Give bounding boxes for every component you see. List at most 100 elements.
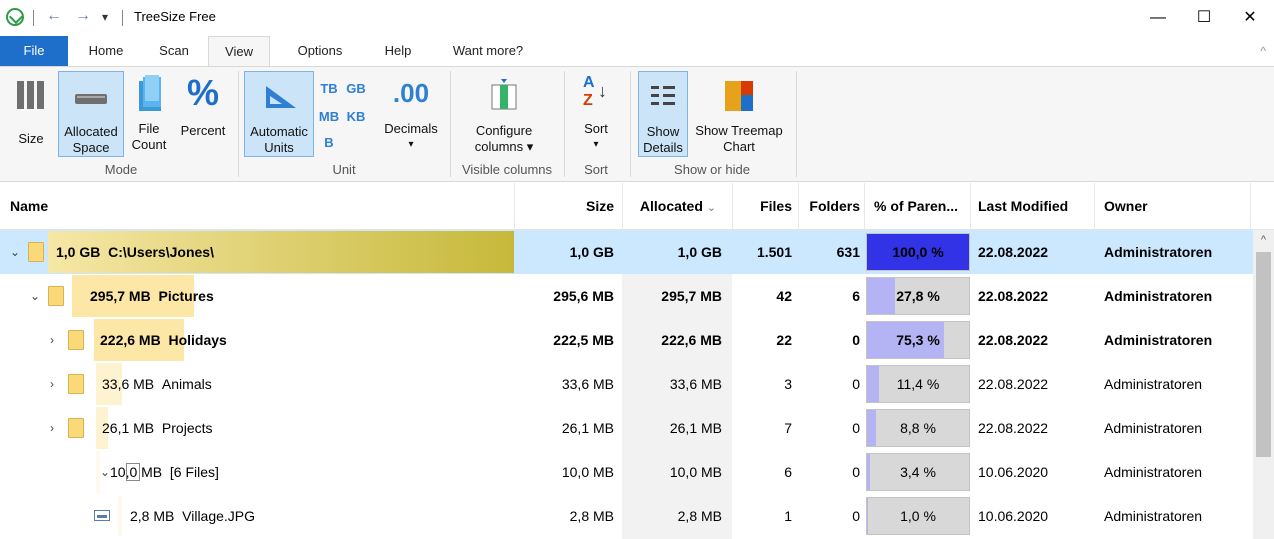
row-label-name: Holidays [168, 332, 227, 348]
expand-chevron-icon[interactable]: › [50, 318, 54, 362]
tab-want-more[interactable]: Want more? [436, 36, 540, 66]
cell-last-modified: 22.08.2022 [978, 288, 1049, 304]
tab-help[interactable]: Help [370, 36, 426, 66]
cell-size: 10,0 MB [561, 464, 614, 480]
column-percent[interactable]: % of Paren... [874, 183, 958, 230]
column-separator[interactable] [864, 183, 865, 230]
show-details-label-1: Show [646, 124, 680, 139]
maximize-button[interactable]: ☐ [1181, 0, 1227, 36]
back-icon[interactable]: ← [46, 7, 62, 25]
app-logo-icon [6, 8, 24, 26]
scroll-thumb[interactable] [1256, 252, 1271, 457]
title-separator [33, 10, 34, 26]
cell-owner: Administratoren [1104, 464, 1203, 480]
column-separator[interactable] [970, 183, 971, 230]
column-owner[interactable]: Owner [1104, 183, 1148, 230]
tab-scan[interactable]: Scan [144, 36, 204, 66]
configure-columns-button[interactable]: Configure columns ▾ [462, 71, 546, 157]
cell-folders: 0 [852, 508, 860, 524]
table-row[interactable]: ⌄ 1,0 GB C:\Users\Jones\ 1,0 GB 1,0 GB 1… [0, 230, 1253, 274]
sort-dropdown-icon: ▾ [593, 139, 599, 150]
row-label-name: Village.JPG [182, 508, 256, 524]
close-button[interactable]: ✕ [1227, 0, 1273, 36]
row-label-size: 222,6 MB [100, 332, 161, 348]
collapse-chevron-icon[interactable]: ⌄ [10, 230, 20, 274]
row-label-size: 295,7 MB [90, 288, 151, 304]
unit-b-button[interactable]: B [318, 135, 340, 151]
group-label-visible-columns: Visible columns [461, 162, 553, 177]
cell-last-modified: 22.08.2022 [978, 332, 1049, 348]
column-size[interactable]: Size [514, 183, 614, 230]
tab-home[interactable]: Home [78, 36, 134, 66]
folder-icon [68, 418, 84, 438]
cell-size: 26,1 MB [561, 420, 614, 436]
column-last-modified[interactable]: Last Modified [978, 183, 1068, 230]
unit-tb-button[interactable]: TB [318, 81, 340, 97]
cell-allocated: 1,0 GB [677, 244, 722, 260]
percent-button[interactable]: % Percent [174, 71, 232, 157]
table-row[interactable]: 2,8 MB Village.JPG 2,8 MB 2,8 MB 1 0 1,0… [0, 494, 1253, 538]
table-row[interactable]: › 26,1 MB Projects 26,1 MB 26,1 MB 7 0 8… [0, 406, 1253, 450]
cell-last-modified: 22.08.2022 [978, 376, 1049, 392]
group-label-show-or-hide: Show or hide [674, 162, 750, 177]
collapse-ribbon-icon[interactable]: ^ [1260, 44, 1266, 58]
cell-percent: 1,0 % [900, 508, 936, 524]
collapse-chevron-icon[interactable]: ⌄ [30, 274, 40, 318]
column-files[interactable]: Files [732, 183, 792, 230]
file-count-button[interactable]: File Count [128, 71, 170, 157]
minimize-button[interactable]: — [1135, 0, 1181, 36]
show-details-button[interactable]: Show Details [638, 71, 688, 157]
cell-percent: 100,0 % [892, 244, 944, 260]
cell-last-modified: 10.06.2020 [978, 508, 1049, 524]
quick-access-menu-icon[interactable]: ▾ [102, 10, 108, 24]
triangle-ruler-icon [266, 86, 296, 108]
unit-kb-button[interactable]: KB [344, 109, 368, 125]
size-button[interactable]: Size [8, 71, 54, 157]
cell-folders: 0 [852, 420, 860, 436]
treemap-icon [725, 81, 753, 111]
expand-chevron-icon[interactable]: › [50, 406, 54, 450]
table-row[interactable]: ⌄ 295,7 MB Pictures 295,6 MB 295,7 MB 42… [0, 274, 1253, 318]
tab-view[interactable]: View [208, 36, 270, 67]
ribbon-tabs: File Home Scan View Options Help Want mo… [0, 36, 1274, 67]
columns-icon [491, 79, 517, 110]
collapse-chevron-icon[interactable]: ⌄ [100, 450, 110, 494]
unit-gb-button[interactable]: GB [344, 81, 368, 97]
column-name[interactable]: Name [10, 183, 48, 230]
show-treemap-button[interactable]: Show Treemap Chart [690, 71, 788, 157]
cell-size: 1,0 GB [569, 244, 614, 260]
column-allocated[interactable]: Allocated ⌄ [622, 183, 716, 230]
forward-icon[interactable]: → [75, 7, 91, 25]
percent-bar: 1,0 % [866, 497, 970, 535]
percent-icon: % [186, 72, 219, 113]
cell-owner: Administratoren [1104, 508, 1203, 524]
automatic-units-button[interactable]: Automatic Units [244, 71, 314, 157]
bars-icon [17, 81, 44, 109]
cell-size: 222,5 MB [553, 332, 614, 348]
tab-file[interactable]: File [0, 36, 68, 66]
column-separator[interactable] [1094, 183, 1095, 230]
row-label-size: 1,0 GB [56, 244, 101, 260]
cell-owner: Administratoren [1104, 288, 1213, 304]
scroll-up-icon[interactable]: ^ [1253, 234, 1274, 246]
vertical-scrollbar[interactable]: ^ [1253, 230, 1274, 539]
group-label-sort: Sort [584, 162, 608, 177]
table-row[interactable]: ⌄ 10,0 MB [6 Files] 10,0 MB 10,0 MB 6 0 … [0, 450, 1253, 494]
expand-chevron-icon[interactable]: › [50, 362, 54, 406]
cell-percent: 75,3 % [896, 332, 940, 348]
cell-folders: 0 [852, 464, 860, 480]
tab-options[interactable]: Options [280, 36, 360, 66]
table-row[interactable]: › 33,6 MB Animals 33,6 MB 33,6 MB 3 0 11… [0, 362, 1253, 406]
table-row[interactable]: › 222,6 MB Holidays 222,5 MB 222,6 MB 22… [0, 318, 1253, 362]
column-separator[interactable] [1250, 183, 1251, 230]
group-separator [564, 71, 565, 177]
decimals-button[interactable]: .00 Decimals ▾ [378, 71, 444, 157]
cell-folders: 6 [852, 288, 860, 304]
sort-az-icon: A Z ↓ [583, 74, 607, 109]
cell-last-modified: 22.08.2022 [978, 244, 1049, 260]
row-label: 10,0 MB [6 Files] [110, 450, 219, 494]
allocated-space-button[interactable]: Allocated Space [58, 71, 124, 157]
column-folders[interactable]: Folders [798, 183, 860, 230]
sort-button[interactable]: A Z ↓ Sort ▾ [570, 71, 622, 157]
unit-mb-button[interactable]: MB [318, 109, 340, 125]
